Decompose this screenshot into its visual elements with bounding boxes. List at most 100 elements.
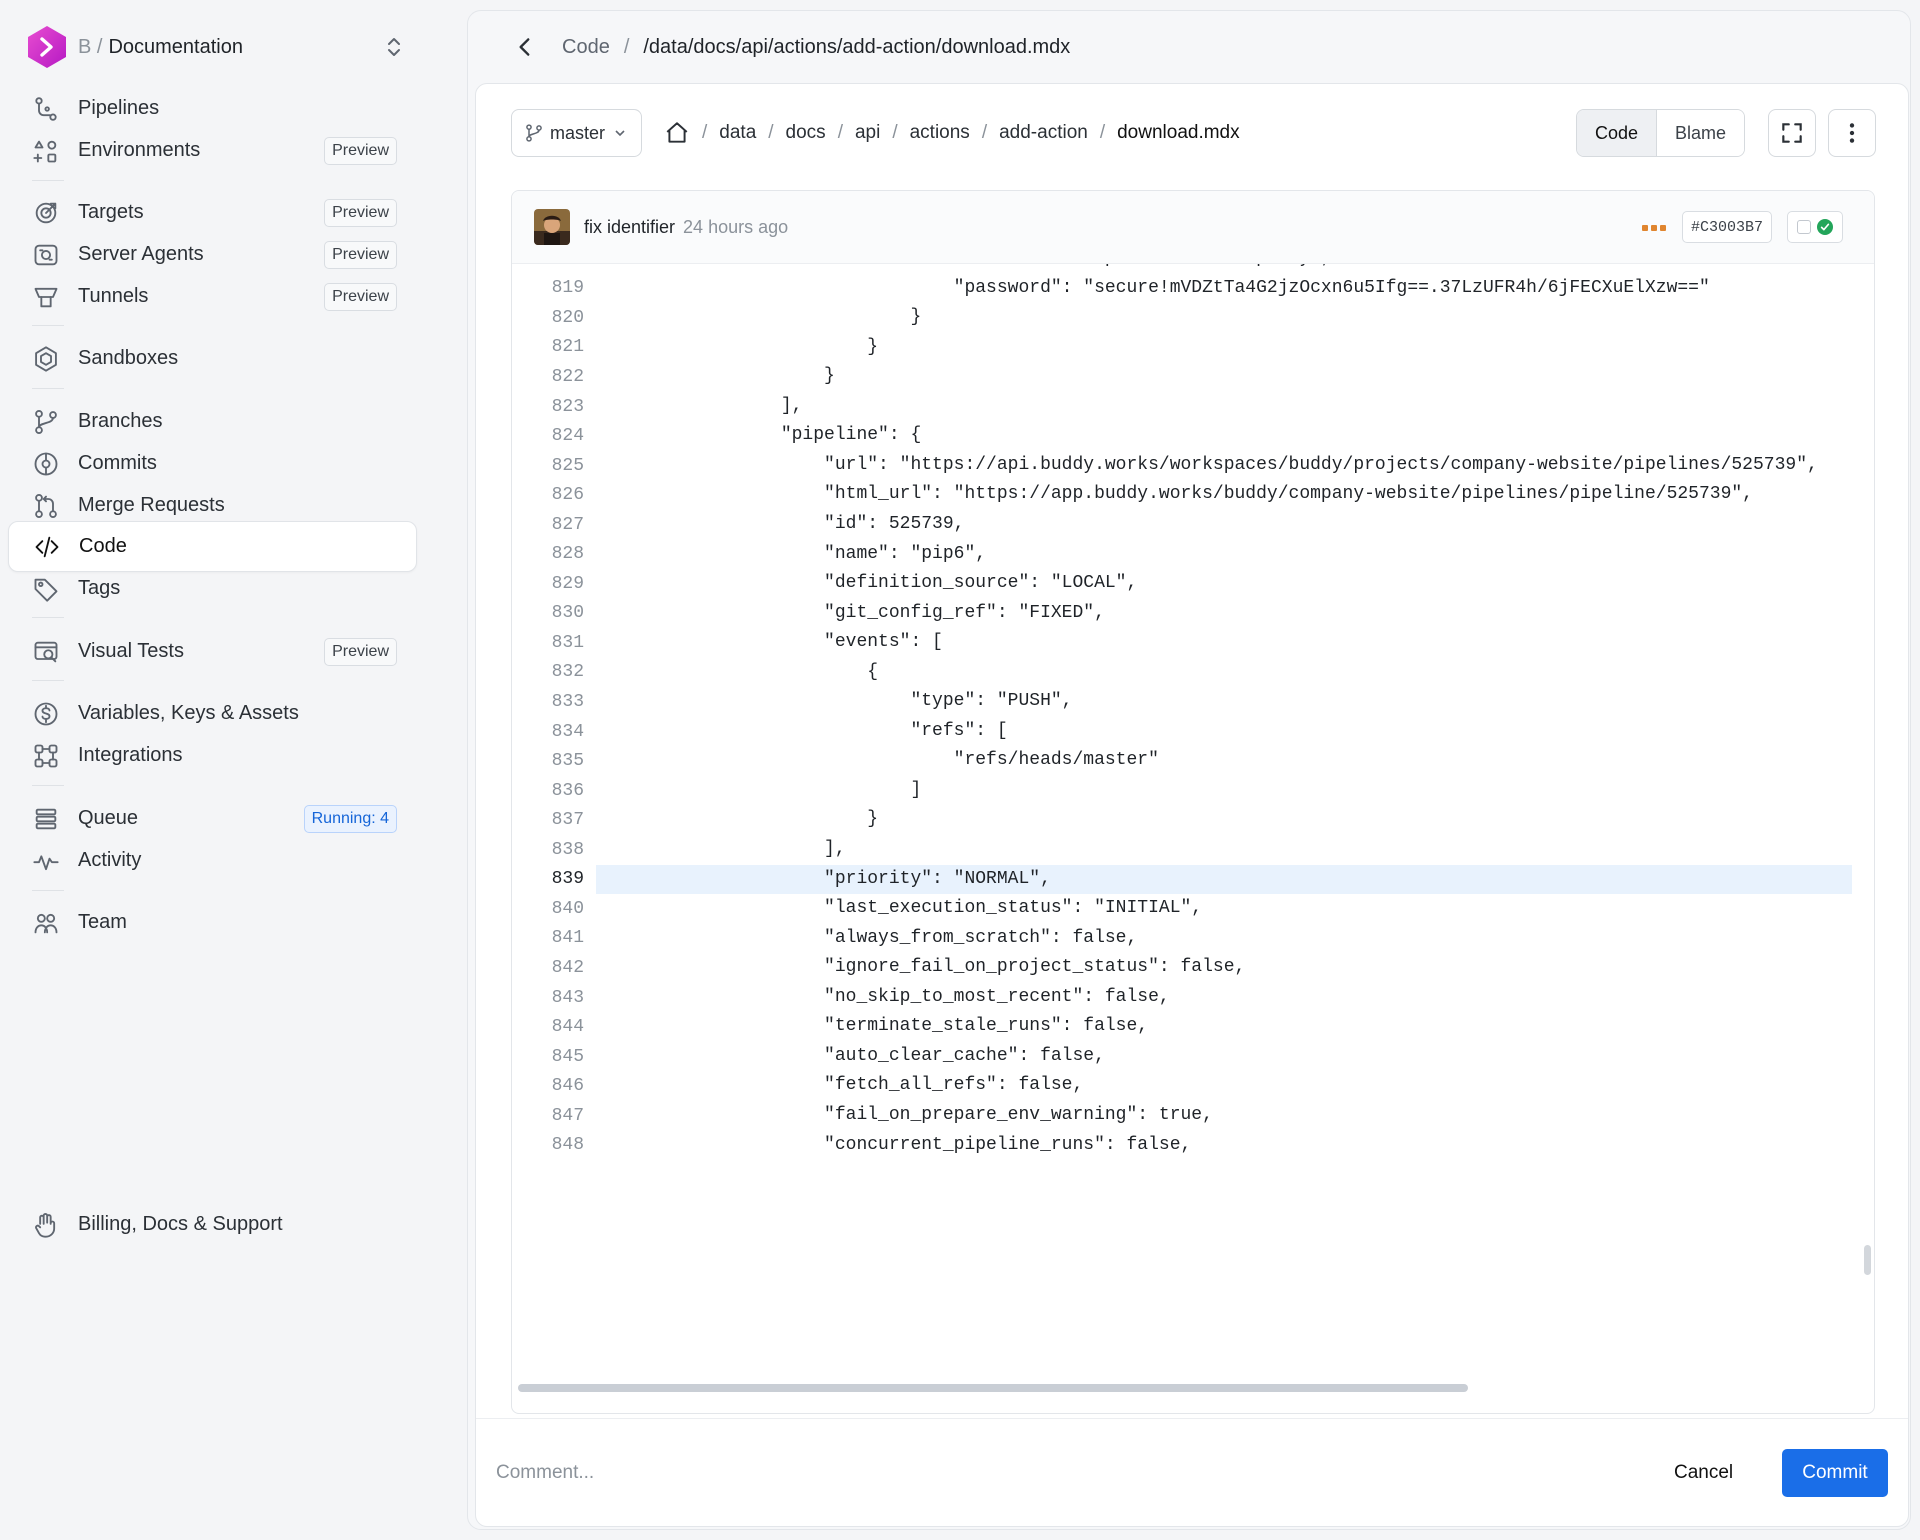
commit-message[interactable]: fix identifier — [584, 217, 675, 238]
vertical-scrollbar[interactable] — [1864, 1245, 1871, 1275]
line-number[interactable]: 825 — [512, 456, 584, 476]
sidebar-item-billing-docs-support[interactable]: Billing, Docs & Support — [8, 1199, 417, 1250]
code-line[interactable]: 837 } — [512, 805, 1852, 835]
home-icon[interactable] — [664, 120, 690, 146]
line-number[interactable]: 835 — [512, 751, 584, 771]
code-line[interactable]: 833 "type": "PUSH", — [512, 687, 1852, 717]
line-number[interactable]: 848 — [512, 1135, 584, 1155]
line-number[interactable]: 826 — [512, 485, 584, 505]
code-line[interactable]: 844 "terminate_stale_runs": false, — [512, 1012, 1852, 1042]
code-line[interactable]: 839 "priority": "NORMAL", — [512, 864, 1852, 895]
code-line[interactable]: 835 "refs/heads/master" — [512, 746, 1852, 776]
tunnels-icon — [32, 283, 60, 311]
line-number[interactable]: 827 — [512, 515, 584, 535]
code-line[interactable]: 825 "url": "https://api.buddy.works/work… — [512, 451, 1852, 481]
sidebar-item-team[interactable]: Team — [8, 897, 417, 948]
code-line[interactable]: 818 "username": "api_tests_user_proxy", — [512, 264, 1852, 274]
code-line[interactable]: 843 "no_skip_to_most_recent": false, — [512, 983, 1852, 1013]
line-number[interactable]: 833 — [512, 692, 584, 712]
tab-code[interactable]: Code — [1577, 110, 1658, 156]
line-number[interactable]: 830 — [512, 603, 584, 623]
breadcrumb-item[interactable]: docs — [786, 122, 826, 144]
sidebar-item-visual-tests[interactable]: Visual Tests Preview — [8, 626, 417, 677]
code-line[interactable]: 845 "auto_clear_cache": false, — [512, 1042, 1852, 1072]
sidebar-item-integrations[interactable]: Integrations — [8, 730, 417, 781]
code-line[interactable]: 848 "concurrent_pipeline_runs": false, — [512, 1131, 1852, 1161]
code-line[interactable]: 832 { — [512, 658, 1852, 688]
line-number[interactable]: 834 — [512, 722, 584, 742]
line-number[interactable]: 838 — [512, 840, 584, 860]
branch-selector[interactable]: master — [511, 109, 642, 157]
code-content[interactable]: 818 "username": "api_tests_user_proxy",8… — [512, 264, 1874, 1413]
line-number[interactable]: 818 — [512, 264, 584, 269]
code-line[interactable]: 829 "definition_source": "LOCAL", — [512, 569, 1852, 599]
sidebar-item-tags[interactable]: Tags — [8, 563, 417, 614]
status-badge[interactable] — [1787, 211, 1843, 243]
line-number[interactable]: 840 — [512, 899, 584, 919]
sidebar-item-environments[interactable]: Environments Preview — [8, 125, 417, 176]
header-section-link[interactable]: Code — [562, 36, 610, 59]
code-line[interactable]: 838 ], — [512, 835, 1852, 865]
line-number[interactable]: 820 — [512, 308, 584, 328]
sidebar-item-sandboxes[interactable]: Sandboxes — [8, 333, 417, 384]
fullscreen-button[interactable] — [1768, 109, 1816, 157]
line-number[interactable]: 845 — [512, 1047, 584, 1067]
code-line[interactable]: 826 "html_url": "https://app.buddy.works… — [512, 480, 1852, 510]
code-line[interactable]: 836 ] — [512, 776, 1852, 806]
code-line[interactable]: 846 "fetch_all_refs": false, — [512, 1071, 1852, 1101]
line-number[interactable]: 837 — [512, 810, 584, 830]
code-line[interactable]: 823 ], — [512, 392, 1852, 422]
commit-hash-badge[interactable]: #C3003B7 — [1682, 211, 1773, 243]
tab-blame[interactable]: Blame — [1657, 110, 1745, 156]
line-number[interactable]: 846 — [512, 1076, 584, 1096]
code-line[interactable]: 830 "git_config_ref": "FIXED", — [512, 599, 1852, 629]
breadcrumb-item[interactable]: actions — [910, 122, 970, 144]
line-number[interactable]: 823 — [512, 397, 584, 417]
code-line[interactable]: 842 "ignore_fail_on_project_status": fal… — [512, 953, 1852, 983]
code-line[interactable]: 828 "name": "pip6", — [512, 540, 1852, 570]
code-line[interactable]: 834 "refs": [ — [512, 717, 1852, 747]
cancel-button[interactable]: Cancel — [1674, 1449, 1733, 1497]
line-number[interactable]: 842 — [512, 958, 584, 978]
code-line[interactable]: 820 } — [512, 303, 1852, 333]
code-line[interactable]: 841 "always_from_scratch": false, — [512, 924, 1852, 954]
breadcrumb-item[interactable]: api — [855, 122, 880, 144]
more-options-button[interactable] — [1828, 109, 1876, 157]
line-number[interactable]: 832 — [512, 662, 584, 682]
pipeline-status-dots-icon[interactable] — [1642, 225, 1666, 231]
back-arrow-icon[interactable] — [512, 34, 538, 60]
breadcrumb-item[interactable]: add-action — [999, 122, 1088, 144]
code-line[interactable]: 822 } — [512, 362, 1852, 392]
line-number[interactable]: 844 — [512, 1017, 584, 1037]
sidebar-item-tunnels[interactable]: Tunnels Preview — [8, 271, 417, 322]
sidebar-item-label: Variables, Keys & Assets — [78, 702, 299, 724]
line-number[interactable]: 836 — [512, 781, 584, 801]
line-number[interactable]: 824 — [512, 426, 584, 446]
code-line[interactable]: 847 "fail_on_prepare_env_warning": true, — [512, 1101, 1852, 1131]
line-number[interactable]: 831 — [512, 633, 584, 653]
code-line[interactable]: 840 "last_execution_status": "INITIAL", — [512, 894, 1852, 924]
code-line[interactable]: 827 "id": 525739, — [512, 510, 1852, 540]
line-number[interactable]: 839 — [512, 869, 584, 889]
line-number[interactable]: 828 — [512, 544, 584, 564]
line-number[interactable]: 821 — [512, 337, 584, 357]
avatar[interactable] — [534, 209, 570, 245]
line-number[interactable]: 847 — [512, 1106, 584, 1126]
comment-input[interactable] — [496, 1449, 1396, 1497]
branches-icon — [32, 408, 60, 436]
horizontal-scrollbar[interactable] — [518, 1384, 1468, 1392]
code-line[interactable]: 821 } — [512, 333, 1852, 363]
code-line[interactable]: 824 "pipeline": { — [512, 421, 1852, 451]
workspace-switcher[interactable]: B / Documentation — [26, 24, 406, 70]
sidebar-item-activity[interactable]: Activity — [8, 835, 417, 886]
line-number[interactable]: 829 — [512, 574, 584, 594]
line-number[interactable]: 843 — [512, 988, 584, 1008]
code-line[interactable]: 819 "password": "secure!mVDZtTa4G2jzOcxn… — [512, 274, 1852, 304]
line-number[interactable]: 819 — [512, 278, 584, 298]
line-number[interactable]: 841 — [512, 928, 584, 948]
line-number[interactable]: 822 — [512, 367, 584, 387]
breadcrumb-item[interactable]: data — [719, 122, 756, 144]
chevron-up-down-icon[interactable] — [382, 35, 406, 59]
commit-button[interactable]: Commit — [1782, 1449, 1888, 1497]
code-line[interactable]: 831 "events": [ — [512, 628, 1852, 658]
